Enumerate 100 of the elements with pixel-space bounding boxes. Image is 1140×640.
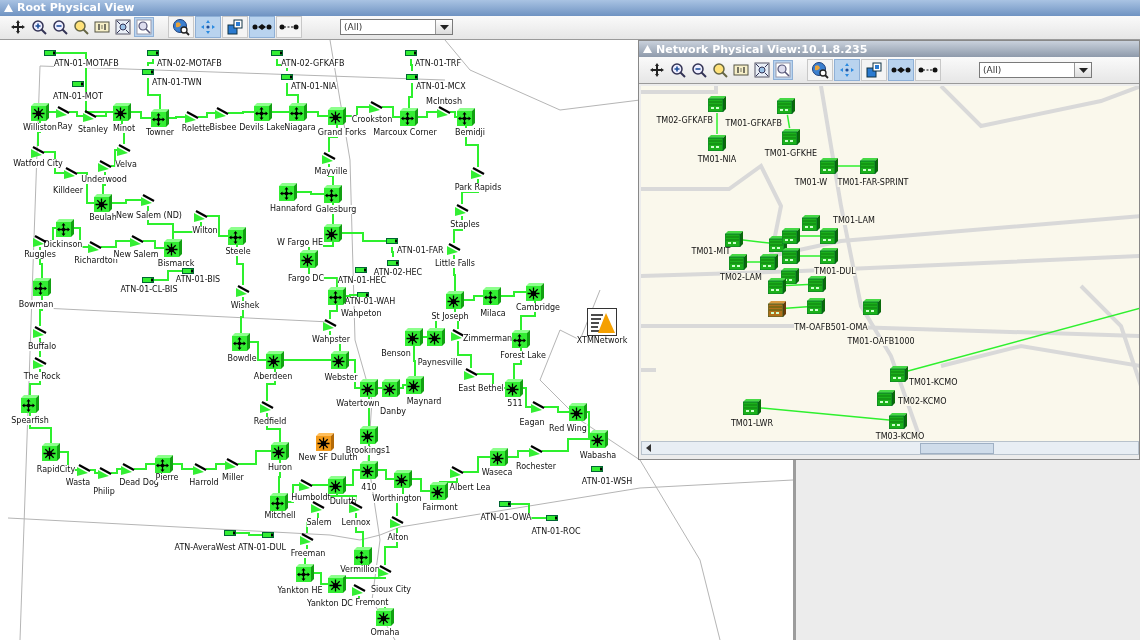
node-label: Salem	[306, 518, 332, 527]
node-label: Forest Lake	[500, 351, 546, 360]
node-label: ATN-01-WSH	[581, 477, 633, 486]
node-label: TM01-OAFB1000	[847, 337, 915, 346]
node-label: Red Wing	[549, 424, 587, 433]
node-label: TM01-KCMO	[909, 378, 958, 387]
node-label: XTMNetwork	[576, 336, 628, 345]
node-label: ATN-01-BIS	[175, 275, 221, 284]
node-label: Yankton HE	[277, 586, 323, 595]
node-label: Staples	[450, 220, 480, 229]
node-label: Buffalo	[27, 342, 57, 351]
node-label: Wilton	[192, 226, 218, 235]
node-label: TM01-LWR	[731, 419, 773, 428]
node-label: ATN-02-GFKAFB	[281, 59, 345, 68]
node-label: Ruggles	[24, 250, 56, 259]
node-label: TM02-GFKAFB	[656, 116, 713, 125]
node-label: Devils Lake	[239, 123, 285, 132]
node-label: Webster	[324, 373, 358, 382]
node-label: Bisbee	[209, 123, 237, 132]
node-label: Wabasha	[579, 451, 617, 460]
node-label: St Joseph	[431, 312, 469, 321]
node-label: McIntosh	[426, 97, 462, 106]
node-label: New Salem	[113, 250, 159, 259]
node-label: Fremont	[355, 598, 389, 607]
node-label: Mitchell	[264, 511, 296, 520]
node-label: Rochester	[516, 462, 556, 471]
node-label: ATN-AveraWest	[174, 543, 236, 552]
node-label: Watford City	[13, 159, 63, 168]
node-label: ATN-01-FAR	[397, 246, 444, 255]
node-label: Duluth	[329, 497, 357, 506]
node-label: Killdeer	[52, 186, 84, 195]
node-label: Albert Lea	[449, 483, 491, 492]
node-label: Yankton DC	[307, 599, 353, 608]
node-label: Underwood	[81, 175, 127, 184]
node-label: TM01-W	[794, 178, 828, 187]
node-label: New Salem (ND)	[116, 211, 182, 220]
filter-dropdown[interactable]: (All)	[979, 62, 1092, 78]
node-label: W Fargo HE	[277, 238, 323, 247]
node-label: 511	[507, 399, 523, 408]
node-label: ATN-01-HEC	[337, 276, 387, 285]
node-label: Redfield	[253, 417, 287, 426]
window-title: Network Physical View:10.1.8.235	[656, 42, 868, 56]
node-label: ATN-02-HEC	[373, 268, 423, 277]
node-label: Harrold	[189, 478, 219, 487]
node-label: Alton	[387, 533, 409, 542]
node-label: ATN-01-TWN	[152, 78, 202, 87]
node-label: Mayville	[314, 167, 348, 176]
node-label: Galesburg	[315, 205, 357, 214]
filter-dropdown[interactable]: (All)	[340, 19, 453, 36]
node-label: Park Rapids	[454, 183, 502, 192]
node-label: Williston	[23, 123, 57, 132]
node-label: Dickinson	[43, 240, 83, 249]
node-label: TM02-KCMO	[898, 397, 947, 406]
node-label: ATN-01-ROC	[531, 527, 581, 536]
node-label: Towner	[145, 128, 175, 137]
node-label: Zimmerman	[463, 334, 513, 343]
node-label: Philip	[93, 487, 115, 496]
node-label: Wahpeton	[341, 309, 382, 318]
node-label: Bowdle	[227, 354, 257, 363]
node-label: Pierre	[155, 473, 179, 482]
node-label: Paynesville	[417, 358, 463, 367]
node-label: Richardton	[74, 256, 118, 265]
node-label: Marcoux Corner	[373, 128, 437, 137]
node-label: The Rock	[23, 372, 61, 381]
window-title: Root Physical View	[17, 1, 135, 15]
node-label: Hannaford	[270, 204, 312, 213]
node-label: ATN-01-DUL	[237, 543, 287, 552]
node-label: 410	[361, 483, 377, 492]
node-label: TM01-NIA	[697, 155, 737, 164]
node-label: TM02-LAM	[720, 273, 762, 282]
node-label: Minot	[112, 124, 136, 133]
node-label: Humboldt	[291, 493, 331, 502]
node-label: TM01-GFKAFB	[725, 119, 782, 128]
node-label: ATN-02-MOTAFB	[157, 59, 222, 68]
node-label: TM01-DUL	[814, 267, 856, 276]
node-label: Beulah	[89, 213, 117, 222]
node-label: Niagara	[284, 123, 316, 132]
node-label: Rolette	[181, 124, 211, 133]
node-label: Wahpster	[312, 335, 350, 344]
node-label: Lennox	[341, 518, 371, 527]
node-label: Vermillion	[340, 565, 380, 574]
node-label: TM01-GFKHE	[764, 149, 818, 158]
node-label: ATN-01-WAH	[344, 297, 396, 306]
node-label: Waseca	[481, 468, 513, 477]
node-label: TM01-LAM	[833, 216, 875, 225]
node-label: Omaha	[370, 628, 400, 637]
node-label: Benson	[381, 349, 411, 358]
node-label: ATN-01-OWA	[480, 513, 532, 522]
node-label: ATN-01-NIA	[291, 82, 337, 91]
node-label: Wishek	[230, 301, 260, 310]
node-label: Huron	[267, 463, 293, 472]
node-label: TM-OAFB501-OMA	[794, 323, 868, 332]
node-label: Little Falls	[435, 259, 475, 268]
node-label: TM01-MIT	[691, 247, 731, 256]
node-label: Milaca	[480, 309, 506, 318]
node-label: Worthington	[372, 494, 422, 503]
node-label: Ray	[57, 122, 73, 131]
node-label: Danby	[380, 407, 406, 416]
node-label: Miller	[222, 473, 244, 482]
node-label: New SF Duluth	[298, 453, 358, 462]
